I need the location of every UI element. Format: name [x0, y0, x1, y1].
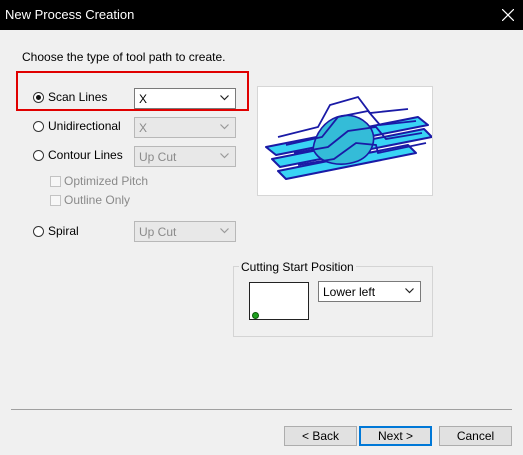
cancel-button[interactable]: Cancel	[439, 426, 512, 446]
chevron-down-icon	[220, 153, 229, 159]
outline-only-label: Outline Only	[64, 193, 131, 207]
chevron-down-icon	[220, 228, 229, 234]
toolpath-preview	[257, 86, 433, 196]
chevron-down-icon	[220, 124, 229, 130]
unidirectional-label: Unidirectional	[48, 119, 121, 133]
window-title: New Process Creation	[5, 7, 135, 22]
unidirectional-direction-value: X	[139, 121, 148, 135]
title-bar: New Process Creation	[0, 0, 523, 30]
selection-highlight	[16, 71, 249, 111]
unidirectional-direction-select[interactable]: X	[134, 117, 236, 138]
cutting-start-value: Lower left	[323, 285, 376, 299]
start-position-dot-icon	[252, 312, 259, 319]
prompt-text: Choose the type of tool path to create.	[22, 50, 226, 64]
spiral-label: Spiral	[48, 224, 79, 238]
spiral-cut-value: Up Cut	[139, 225, 177, 239]
cutting-start-label: Cutting Start Position	[239, 260, 356, 274]
footer-separator	[11, 409, 512, 410]
optimized-pitch-label: Optimized Pitch	[64, 174, 149, 188]
contour-cut-value: Up Cut	[139, 150, 177, 164]
contour-cut-select[interactable]: Up Cut	[134, 146, 236, 167]
contour-lines-radio[interactable]	[33, 150, 44, 161]
close-icon	[502, 9, 514, 21]
optimized-pitch-checkbox[interactable]	[50, 176, 61, 187]
cutting-start-select[interactable]: Lower left	[318, 281, 421, 302]
spiral-cut-select[interactable]: Up Cut	[134, 221, 236, 242]
spiral-radio[interactable]	[33, 226, 44, 237]
next-button[interactable]: Next >	[359, 426, 432, 446]
chevron-down-icon	[405, 288, 414, 294]
back-button[interactable]: < Back	[284, 426, 357, 446]
scan-lines-toolpath-illustration	[265, 95, 433, 180]
contour-lines-label: Contour Lines	[48, 148, 123, 162]
outline-only-checkbox[interactable]	[50, 195, 61, 206]
unidirectional-radio[interactable]	[33, 121, 44, 132]
close-button[interactable]	[493, 0, 523, 30]
